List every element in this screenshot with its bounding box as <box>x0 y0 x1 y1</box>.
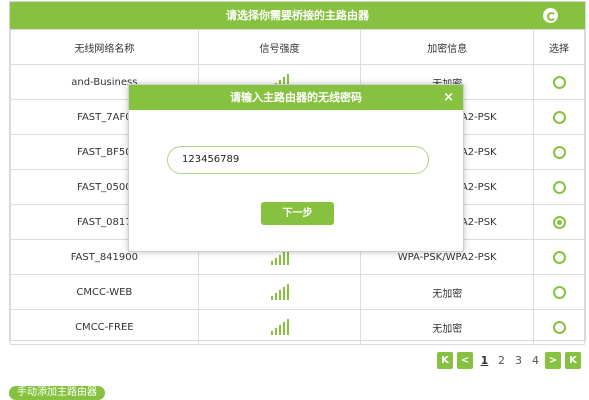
col-header-encryption: 加密信息 <box>360 29 535 65</box>
last-page-button[interactable]: K <box>565 352 581 369</box>
row-encryption: 无加密 <box>360 309 535 345</box>
select-radio[interactable] <box>552 145 566 159</box>
col-header-select: 选择 <box>533 29 585 65</box>
col-header-ssid: 无线网络名称 <box>10 29 199 65</box>
page-4[interactable]: 4 <box>528 354 543 367</box>
manual-add-router-button[interactable]: 手动添加主路由器 <box>9 386 105 400</box>
page-3[interactable]: 3 <box>511 354 526 367</box>
first-page-button[interactable]: K <box>437 352 453 369</box>
row-select <box>533 99 585 135</box>
table-row[interactable]: CMCC-FREE 无加密 <box>10 309 585 345</box>
dialog-title: 请输入主路由器的无线密码 <box>230 91 362 104</box>
row-ssid: CMCC-WEB <box>10 274 199 310</box>
close-icon[interactable]: × <box>443 85 454 110</box>
select-radio[interactable] <box>552 285 566 299</box>
dialog-header: 请输入主路由器的无线密码 × <box>129 85 463 110</box>
select-radio[interactable] <box>552 180 566 194</box>
pagination: K < 1 2 3 4 > K <box>437 352 585 369</box>
password-input[interactable]: 123456789 <box>167 146 429 174</box>
row-ssid: CMCC-FREE <box>10 309 199 345</box>
next-page-button[interactable]: > <box>545 352 561 369</box>
select-radio[interactable] <box>552 320 566 334</box>
row-select <box>533 239 585 275</box>
select-radio[interactable] <box>552 75 566 89</box>
page-1[interactable]: 1 <box>477 354 492 367</box>
row-signal <box>197 309 362 345</box>
password-dialog: 请输入主路由器的无线密码 × 123456789 下一步 <box>128 84 464 252</box>
panel-title: 请选择你需要桥接的主路由器 <box>226 9 369 22</box>
row-select <box>533 64 585 100</box>
select-radio[interactable] <box>552 250 566 264</box>
panel-header: 请选择你需要桥接的主路由器 <box>10 2 585 29</box>
row-select <box>533 274 585 310</box>
table-header-row: 无线网络名称 信号强度 加密信息 选择 <box>10 29 585 65</box>
row-select <box>533 309 585 345</box>
row-select <box>533 134 585 170</box>
select-radio[interactable] <box>552 215 566 229</box>
row-select <box>533 169 585 205</box>
table-row[interactable]: CMCC-WEB 无加密 <box>10 274 585 310</box>
page-2[interactable]: 2 <box>494 354 509 367</box>
col-header-signal: 信号强度 <box>197 29 362 65</box>
row-signal <box>197 274 362 310</box>
signal-strength-icon <box>270 284 289 300</box>
row-encryption: 无加密 <box>360 274 535 310</box>
next-step-button[interactable]: 下一步 <box>261 202 334 225</box>
signal-strength-icon <box>270 319 289 335</box>
refresh-icon[interactable] <box>543 8 558 23</box>
prev-page-button[interactable]: < <box>457 352 473 369</box>
row-select <box>533 204 585 240</box>
select-radio[interactable] <box>552 110 566 124</box>
